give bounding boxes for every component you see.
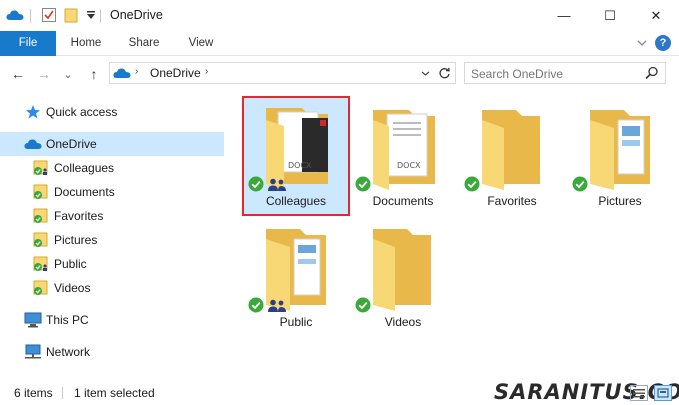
computer-icon	[24, 311, 42, 329]
forward-button[interactable]: →	[34, 64, 54, 84]
file-item-favorites[interactable]: Favorites	[458, 96, 566, 216]
sidebar-item-label: Colleagues	[54, 161, 115, 175]
sync-status-icon	[572, 176, 588, 192]
window-title: OneDrive	[110, 8, 163, 22]
file-item-colleagues[interactable]: DOCX Colleagues	[242, 96, 350, 216]
navigation-pane: Quick access OneDrive Colleagues Documen…	[0, 92, 232, 379]
sidebar-item-label: Documents	[54, 185, 115, 199]
sidebar-item-this-pc[interactable]: This PC	[0, 308, 224, 332]
folder-synced-icon	[32, 183, 50, 201]
file-name: Pictures	[598, 194, 642, 208]
tab-share[interactable]: Share	[118, 31, 170, 56]
sidebar-item-label: Pictures	[54, 233, 98, 247]
refresh-icon[interactable]	[436, 65, 452, 81]
title-bar: OneDrive — ☐ ✕	[0, 0, 679, 31]
svg-text:DOCX: DOCX	[397, 161, 421, 170]
onedrive-app-icon[interactable]	[6, 6, 24, 24]
folder-synced-icon	[32, 159, 50, 177]
shared-people-icon	[268, 299, 286, 312]
customize-toolbar-icon[interactable]	[82, 6, 100, 24]
sidebar-item-onedrive[interactable]: OneDrive	[0, 132, 224, 156]
sidebar-item-public[interactable]: Public	[0, 252, 224, 276]
onedrive-cloud-icon	[113, 65, 131, 81]
sidebar-item-colleagues[interactable]: Colleagues	[0, 156, 224, 180]
file-list: DOCX Colleagues DOCX Documents Favorites	[232, 92, 679, 379]
recent-locations-button[interactable]: ⌄	[58, 64, 78, 84]
network-icon	[24, 343, 42, 361]
new-folder-icon[interactable]	[62, 6, 80, 24]
sync-status-icon	[355, 176, 371, 192]
sync-status-icon	[355, 297, 371, 313]
sync-status-icon	[464, 176, 480, 192]
folder-synced-icon	[32, 279, 50, 297]
back-button[interactable]: ←	[8, 64, 28, 84]
search-icon[interactable]	[645, 66, 659, 80]
ribbon-tabs: File Home Share View ?	[0, 31, 679, 56]
sidebar-item-quick-access[interactable]: Quick access	[0, 100, 224, 124]
close-button[interactable]: ✕	[633, 0, 679, 31]
sidebar-item-label: Network	[46, 345, 91, 359]
file-name: Documents	[372, 194, 434, 208]
file-item-documents[interactable]: DOCX Documents	[349, 96, 457, 216]
item-count: 6 items	[14, 386, 53, 400]
maximize-button[interactable]: ☐	[587, 0, 633, 31]
watermark: SARANITUS.COM	[494, 380, 679, 404]
details-view-icon[interactable]	[630, 385, 648, 401]
onedrive-cloud-icon	[24, 135, 42, 153]
file-name: Public	[279, 315, 313, 329]
tab-file[interactable]: File	[0, 31, 56, 56]
folder-synced-icon	[32, 207, 50, 225]
selection-count: 1 item selected	[74, 386, 155, 400]
sidebar-item-network[interactable]: Network	[0, 340, 224, 364]
sidebar-item-label: This PC	[46, 313, 89, 327]
breadcrumb[interactable]: OneDrive	[150, 66, 201, 80]
file-item-videos[interactable]: Videos	[349, 217, 457, 337]
title-separator	[100, 9, 101, 23]
sidebar-item-label: Favorites	[54, 209, 104, 223]
minimize-button[interactable]: —	[541, 0, 587, 31]
sidebar-item-label: Quick access	[46, 105, 118, 119]
up-button[interactable]: ↑	[84, 64, 104, 84]
address-dropdown-icon[interactable]	[418, 66, 432, 80]
file-name: Videos	[384, 315, 422, 329]
shared-people-icon	[268, 178, 286, 191]
status-separator	[62, 387, 63, 399]
status-bar: 6 items 1 item selected SARANITUS.COM	[0, 380, 679, 405]
file-name: Colleagues	[265, 194, 327, 208]
sidebar-item-pictures[interactable]: Pictures	[0, 228, 224, 252]
svg-text:DOCX: DOCX	[288, 161, 312, 170]
sidebar-item-favorites[interactable]: Favorites	[0, 204, 224, 228]
file-name: Favorites	[487, 194, 537, 208]
search-input[interactable]	[471, 66, 641, 82]
help-icon[interactable]: ?	[655, 35, 671, 51]
sync-status-icon	[248, 297, 264, 313]
expand-ribbon-icon[interactable]	[635, 36, 649, 50]
breadcrumb-chevron-icon[interactable]: ›	[135, 66, 138, 77]
folder-synced-icon	[32, 231, 50, 249]
folder-synced-icon	[32, 255, 50, 273]
sidebar-item-label: Videos	[54, 281, 91, 295]
sidebar-item-documents[interactable]: Documents	[0, 180, 224, 204]
file-item-pictures[interactable]: Pictures	[566, 96, 674, 216]
tab-home[interactable]: Home	[62, 31, 110, 56]
sidebar-item-label: Public	[54, 257, 87, 271]
tab-view[interactable]: View	[177, 31, 225, 56]
properties-icon[interactable]	[40, 6, 58, 24]
search-box[interactable]	[464, 62, 666, 84]
sync-status-icon	[248, 176, 264, 192]
sidebar-item-label: OneDrive	[46, 137, 97, 151]
title-separator	[30, 9, 31, 23]
star-icon	[24, 103, 42, 121]
large-icons-view-icon[interactable]	[654, 385, 672, 401]
sidebar-item-videos[interactable]: Videos	[0, 276, 224, 300]
address-bar[interactable]: › OneDrive ›	[109, 62, 456, 84]
breadcrumb-chevron-icon[interactable]: ›	[205, 66, 208, 77]
file-item-public[interactable]: Public	[242, 217, 350, 337]
